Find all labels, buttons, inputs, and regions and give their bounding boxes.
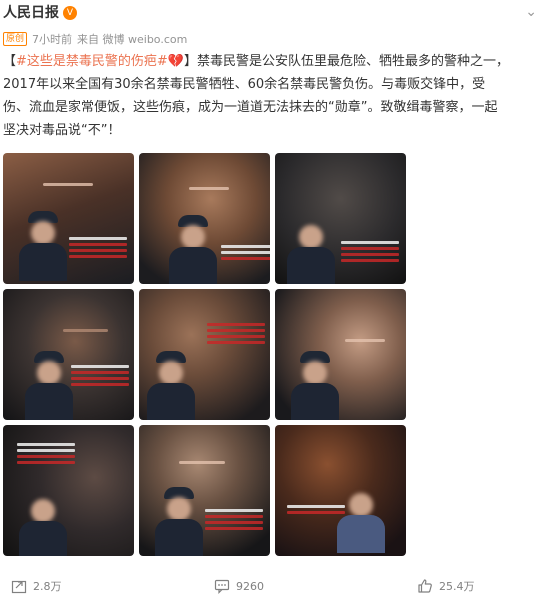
vip-badge-icon: V	[63, 6, 77, 20]
comment-count: 9260	[236, 579, 264, 593]
comment-icon	[214, 579, 230, 594]
post-header: 人民日报 V ⌄	[0, 0, 543, 28]
repost-button[interactable]: 2.8万	[11, 576, 62, 596]
text-line-4: 坚决对毒品说“不”！	[3, 123, 121, 138]
post-meta: 原创 7小时前 来自 微博 weibo.com	[3, 31, 192, 47]
post-text: 【#这些是禁毒民警的伤疤#💔】禁毒民警是公安队伍里最危险、牺牲最多的警种之一， …	[3, 50, 539, 142]
post-image-8[interactable]	[139, 425, 270, 556]
like-count: 25.4万	[439, 580, 475, 593]
chevron-down-icon[interactable]: ⌄	[525, 4, 537, 20]
post-image-2[interactable]	[139, 153, 270, 284]
repost-count: 2.8万	[33, 580, 62, 593]
comment-button[interactable]: 9260	[214, 576, 264, 596]
repost-icon	[11, 580, 27, 594]
post-image-5[interactable]	[139, 289, 270, 420]
hashtag-link[interactable]: #这些是禁毒民警的伤疤#	[16, 54, 168, 69]
post-image-3[interactable]	[275, 153, 406, 284]
text-line-1: 】禁毒民警是公安队伍里最危险、牺牲最多的警种之一，	[184, 54, 510, 69]
post-image-1[interactable]	[3, 153, 134, 284]
post-image-7[interactable]	[3, 425, 134, 556]
text-line-3: 伤、流血是家常便饭，这些伤痕，成为一道道无法抹去的“勋章”。致敬缉毒警察，一起	[3, 100, 498, 115]
post-source: 来自 微博 weibo.com	[77, 33, 188, 46]
text-bracket: 【	[3, 54, 17, 69]
text-line-2: 2017年以来全国有30余名禁毒民警牺牲、60余名禁毒民警负伤。与毒贩交锋中，受	[3, 77, 486, 92]
post-time[interactable]: 7小时前	[32, 31, 72, 47]
broken-heart-icon: 💔	[167, 54, 184, 69]
image-grid	[3, 153, 408, 558]
post-image-9[interactable]	[275, 425, 406, 556]
post-image-6[interactable]	[275, 289, 406, 420]
username[interactable]: 人民日报	[3, 2, 59, 22]
post-image-4[interactable]	[3, 289, 134, 420]
action-bar: 2.8万 9260 25.4万	[0, 576, 543, 596]
original-badge: 原创	[3, 32, 28, 46]
thumbs-up-icon	[418, 579, 432, 593]
like-button[interactable]: 25.4万	[417, 576, 475, 596]
